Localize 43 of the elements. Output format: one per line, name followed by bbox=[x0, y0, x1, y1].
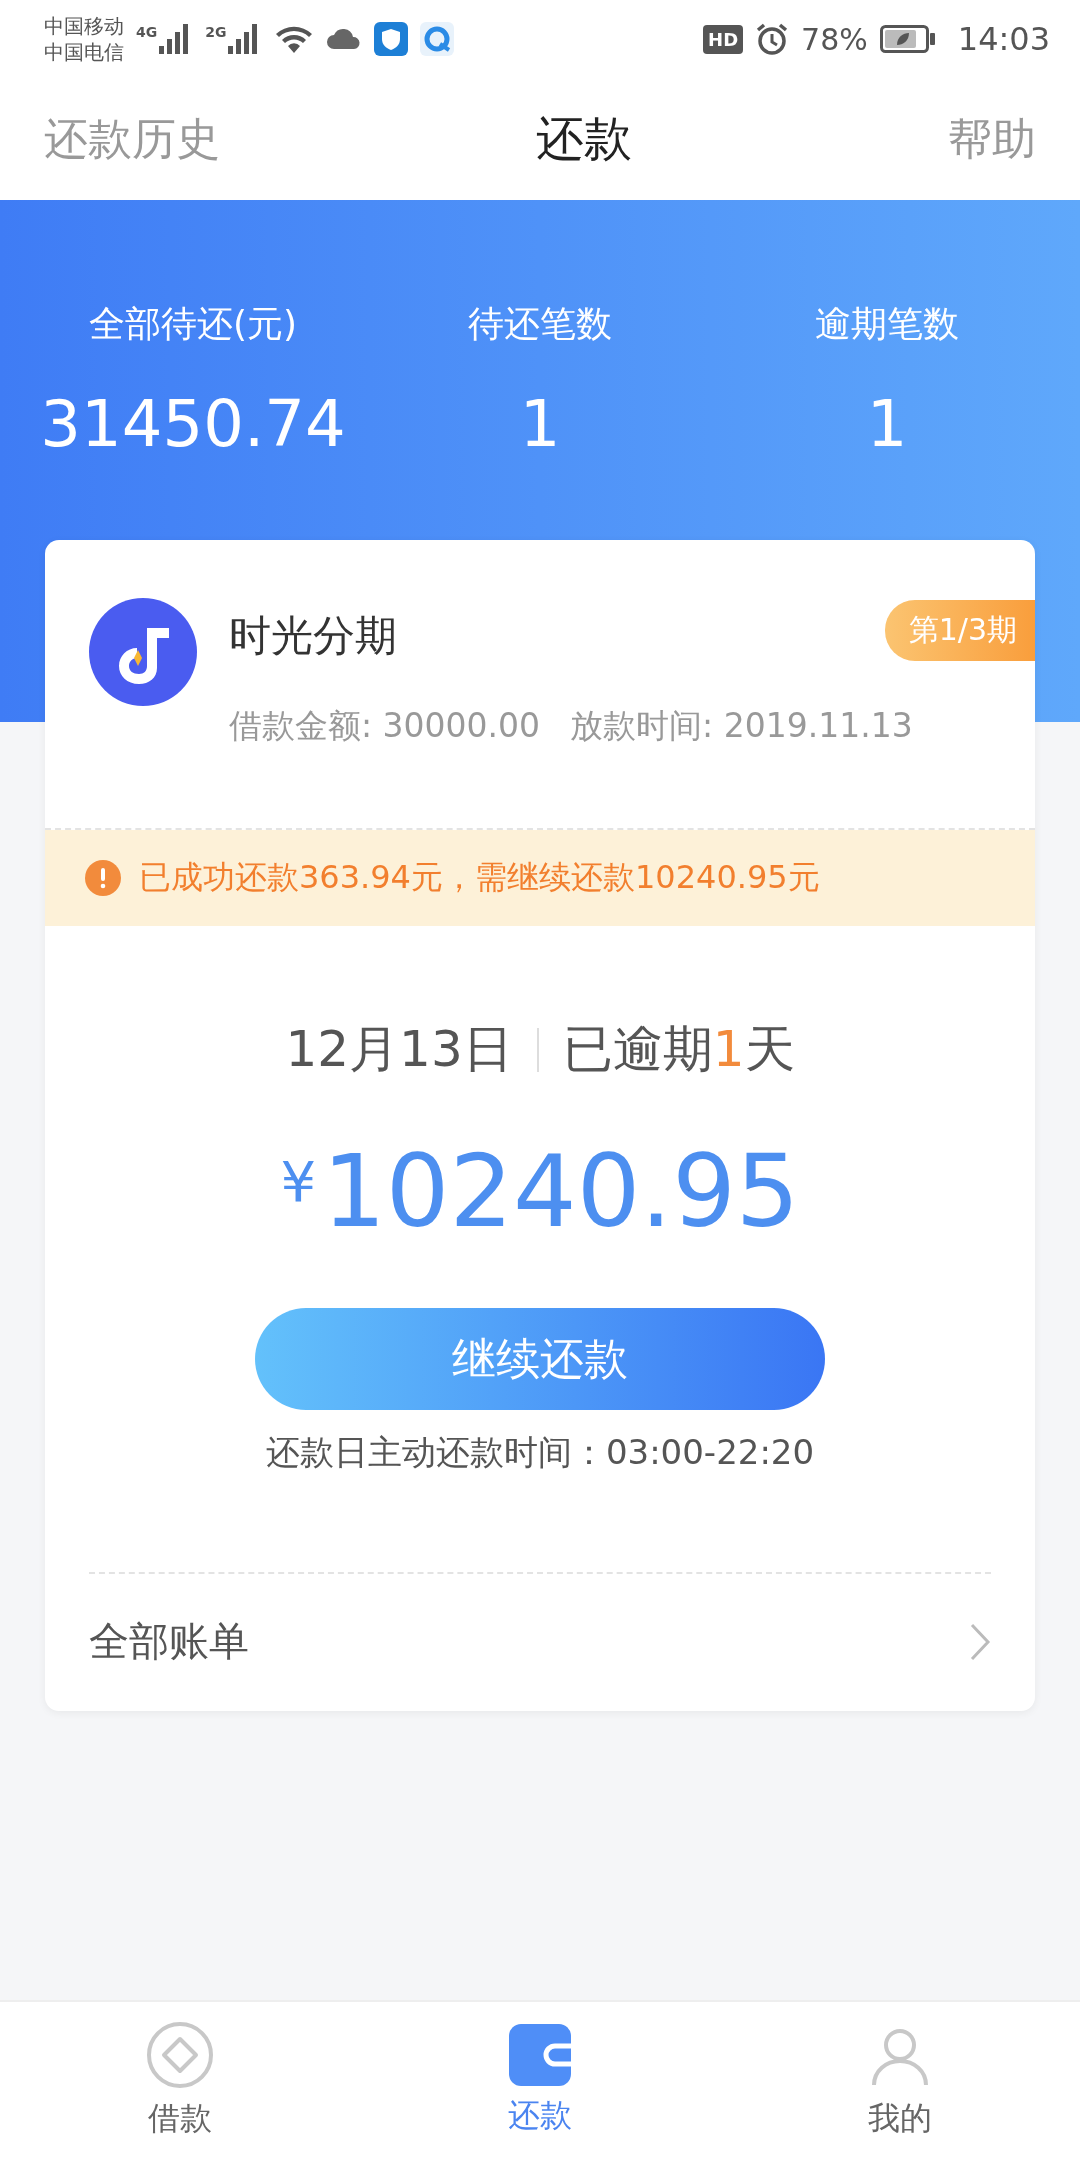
repay-hours: 还款日主动还款时间：03:00-22:20 bbox=[265, 1431, 815, 1474]
stat-label: 全部待还(元) bbox=[88, 302, 298, 346]
loan-date: 放款时间: 2019.11.13 bbox=[570, 705, 913, 747]
due-amount: 10240.95 bbox=[322, 1133, 800, 1250]
loan-name: 时光分期 bbox=[229, 610, 398, 662]
history-link[interactable]: 还款历史 bbox=[44, 109, 220, 169]
carrier-name: 中国移动 bbox=[44, 13, 124, 39]
installment-badge: 第1/3期 bbox=[884, 600, 1035, 661]
network-type: 4G bbox=[136, 24, 158, 40]
tab-label: 还款 bbox=[508, 2095, 572, 2136]
alarm-icon bbox=[755, 22, 790, 56]
loan-logo-icon bbox=[89, 598, 197, 706]
stat-value: 31450.74 bbox=[40, 387, 346, 461]
overdue-status: 已逾期1天 bbox=[562, 1019, 795, 1080]
stat-label: 待还笔数 bbox=[468, 302, 612, 346]
shield-app-icon bbox=[374, 22, 409, 56]
page-title: 还款 bbox=[536, 109, 632, 168]
tab-item[interactable]: 我的 bbox=[800, 2021, 1000, 2141]
notice-text: 已成功还款363.94元，需继续还款10240.95元 bbox=[139, 857, 820, 898]
loan-amount: 借款金额: 30000.00 bbox=[229, 705, 541, 747]
battery-percent: 78% bbox=[801, 21, 868, 57]
network-type: 2G bbox=[205, 24, 227, 40]
battery-icon bbox=[879, 25, 936, 53]
help-link[interactable]: 帮助 bbox=[948, 109, 1036, 169]
clock-time: 14:03 bbox=[957, 20, 1050, 58]
continue-pay-button[interactable]: 继续还款 bbox=[255, 1308, 825, 1410]
stat-value: 1 bbox=[866, 387, 908, 461]
chevron-right-icon bbox=[969, 1621, 991, 1662]
stat-label: 逾期笔数 bbox=[815, 302, 959, 346]
stat-value: 1 bbox=[519, 387, 561, 461]
wallet-icon bbox=[509, 2024, 571, 2086]
tab-label: 借款 bbox=[148, 2098, 212, 2139]
tab-item[interactable]: 借款 bbox=[80, 2021, 280, 2141]
browser-app-icon bbox=[420, 22, 455, 56]
all-bills-link[interactable]: 全部账单 bbox=[89, 1614, 249, 1669]
wifi-icon bbox=[274, 24, 315, 54]
tab-item[interactable]: 还款 bbox=[440, 2024, 640, 2138]
hd-badge: HD bbox=[703, 24, 744, 54]
currency-sign: ¥ bbox=[280, 1149, 317, 1214]
due-date: 12月13日 bbox=[285, 1019, 513, 1080]
warning-icon bbox=[85, 860, 121, 896]
tab-label: 我的 bbox=[868, 2098, 932, 2139]
carrier-name: 中国电信 bbox=[44, 39, 124, 65]
